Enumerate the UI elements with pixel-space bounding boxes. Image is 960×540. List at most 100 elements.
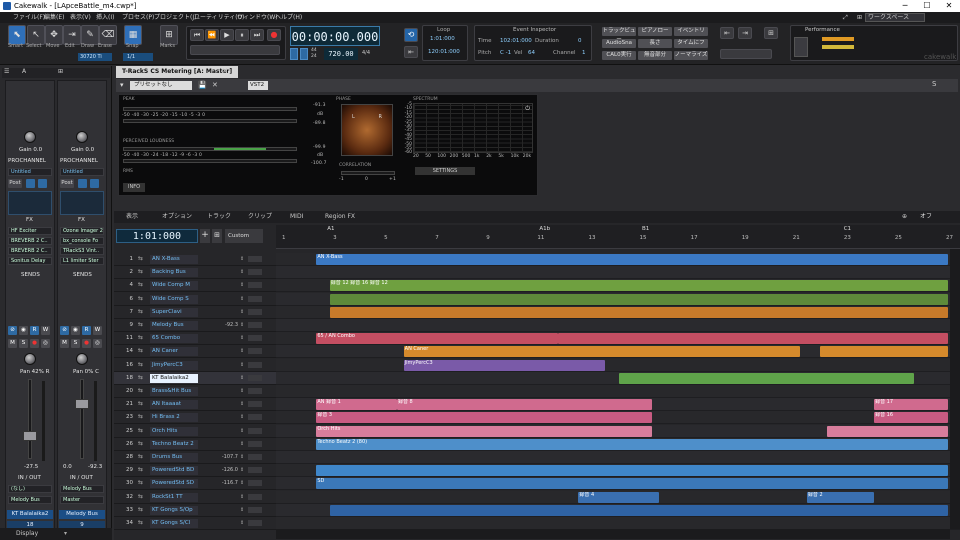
transport-progress-bar[interactable] — [190, 45, 280, 55]
write-button-2[interactable]: W — [93, 326, 102, 335]
interleave-button-1[interactable]: ◉ — [19, 326, 28, 335]
track-name[interactable]: SuperClavi — [150, 307, 198, 317]
loop-toggle-icon[interactable]: ⟲ — [404, 28, 418, 42]
write-button-1[interactable]: W — [41, 326, 50, 335]
track-menu-icon[interactable]: ⇕ — [240, 322, 244, 328]
piano-roll-button[interactable]: ピアノロー — [638, 27, 672, 36]
ruler-marker[interactable]: A1b — [539, 226, 550, 232]
time-signature[interactable]: 4/4 — [362, 50, 370, 56]
tv-menu-regionfx[interactable]: Region FX — [325, 211, 355, 223]
tv-menu-view[interactable]: 表示 — [126, 211, 138, 223]
maximize-button[interactable]: ☐ — [916, 0, 938, 12]
track-row[interactable]: 6 ⇆ Wide Comp S ⇕ — [114, 292, 276, 306]
normalize-button[interactable]: ノーマライズ — [674, 51, 708, 60]
eq-toggle-2[interactable] — [78, 179, 87, 188]
menu-help[interactable]: ヘルプ(H) — [275, 12, 302, 23]
track-menu-icon[interactable]: ⇕ — [240, 388, 244, 394]
clip-lane[interactable] — [276, 305, 960, 319]
track-name[interactable]: Orch Hits — [150, 426, 198, 436]
track-menu-icon[interactable]: ⇕ — [240, 296, 244, 302]
track-name[interactable]: Wide Comp M — [150, 281, 198, 291]
track-menu-icon[interactable]: ⇕ — [240, 309, 244, 315]
audio-clip[interactable] — [316, 465, 948, 477]
track-menu-icon[interactable]: ⇕ — [240, 375, 244, 381]
track-menu-icon[interactable]: ⇕ — [240, 428, 244, 434]
sidechain-icon[interactable]: S — [932, 80, 936, 88]
audio-clip[interactable] — [558, 333, 948, 345]
solo-button-1[interactable]: S — [19, 339, 28, 348]
event-pitch-value[interactable]: C -1 — [500, 50, 511, 56]
snap-grid-icon[interactable]: ▦ — [124, 25, 142, 45]
plugin-tab-close-icon[interactable]: ✕ — [222, 67, 228, 75]
clip-lane[interactable] — [276, 385, 960, 398]
silence-button[interactable]: 無音部分 — [638, 51, 672, 60]
output-select-1[interactable]: Melody Bus — [8, 496, 52, 504]
eq-graph-1[interactable] — [8, 191, 52, 215]
track-row[interactable]: 21 ⇆ AN Itaaaat ⇕ — [114, 398, 276, 412]
audio-clip[interactable]: 録音 17 — [874, 399, 948, 411]
menu-insert[interactable]: 挿入(I) — [96, 12, 114, 23]
clip-lane[interactable]: 65 / AN Combo — [276, 332, 960, 346]
track-view-button[interactable]: トラックビュー — [602, 27, 636, 43]
loop-set-icon[interactable]: ⇤ — [404, 46, 418, 58]
track-menu-icon[interactable]: ⇕ — [240, 520, 244, 526]
output-select-2[interactable]: Master — [60, 496, 104, 504]
event-time-value[interactable]: 102:01:000 — [500, 38, 532, 44]
loop-start-time[interactable]: 1:01:000 — [430, 36, 455, 42]
audio-clip[interactable]: Techno Beatz 2 (80) — [316, 438, 948, 450]
audio-clip[interactable]: Orch Hits — [316, 425, 653, 437]
track-menu-icon[interactable]: ⇕ — [240, 467, 244, 473]
clip-lane[interactable]: JimyPercC3 — [276, 358, 960, 372]
pause-button[interactable]: ⏸ — [235, 29, 249, 41]
input-select-1[interactable]: (なし) — [8, 485, 52, 493]
track-timecode[interactable]: 1:01:000 — [116, 229, 198, 243]
arm-button-2[interactable]: ● — [82, 339, 91, 348]
track-row[interactable]: 11 ⇆ 65 Combo ⇕ — [114, 332, 276, 346]
clip-lane[interactable]: Orch Hits — [276, 424, 960, 438]
track-menu-icon[interactable]: ⇕ — [240, 454, 244, 460]
fit-to-time-button[interactable]: タイムにフ — [674, 39, 708, 48]
snap-value-select[interactable]: 1/1 — [123, 53, 153, 61]
clip-lane[interactable]: AN 録音 1 録音 8 録音 17 — [276, 398, 960, 412]
read-button-1[interactable]: R — [30, 326, 39, 335]
track-name[interactable]: Drums Bus — [150, 453, 198, 462]
track-menu-icon[interactable]: ⇕ — [240, 480, 244, 486]
track-row[interactable]: 29 ⇆ PoweredStd BD -126.0 ⇕ — [114, 464, 276, 478]
pan-knob-1[interactable] — [24, 353, 36, 365]
track-row[interactable]: 9 ⇆ Melody Bus -92.3 ⇕ — [114, 319, 276, 332]
align-right-icon[interactable]: ⇥ — [738, 27, 752, 39]
clip-lane[interactable] — [276, 464, 960, 478]
clip-lane[interactable] — [276, 292, 960, 306]
ruler-marker[interactable]: A1 — [327, 226, 334, 232]
menu-process[interactable]: プロセス(P) — [122, 12, 154, 23]
event-velocity-value[interactable]: 64 — [528, 50, 535, 56]
echo-button-1[interactable]: ◎ — [41, 339, 50, 348]
track-menu-icon[interactable]: ⇕ — [240, 441, 244, 447]
mute-button-2[interactable]: M — [60, 339, 69, 348]
minimize-button[interactable]: ─ — [894, 0, 916, 12]
track-row[interactable]: 30 ⇆ PoweredStd SD -116.7 ⇕ — [114, 477, 276, 491]
inspector-grid-icon[interactable]: ⊞ — [58, 68, 63, 75]
track-menu-icon[interactable]: ⇕ — [240, 269, 244, 275]
erase-tool-button[interactable]: ⌫ — [99, 25, 117, 45]
rewind-to-start-button[interactable]: ⏮ — [190, 29, 204, 41]
ruler-marker[interactable]: B1 — [642, 226, 649, 232]
track-row[interactable]: 34 ⇆ KT Gongs S/Cl ⇕ — [114, 517, 276, 530]
track-name[interactable]: KT Balalaika2 — [150, 373, 198, 383]
track-name[interactable]: AN Itaaaat — [150, 400, 198, 410]
track-row[interactable]: 16 ⇆ JimyPercC3 ⇕ — [114, 358, 276, 372]
fullscreen-icon[interactable]: ⤢ — [843, 12, 848, 23]
draw-tool-button[interactable]: ✎ — [81, 25, 99, 45]
read-button-2[interactable]: R — [82, 326, 91, 335]
track-row[interactable]: 32 ⇆ RockSt1 TT ⇕ — [114, 490, 276, 504]
menu-view[interactable]: 表示(V) — [70, 12, 91, 23]
track-folder-icon[interactable]: ⊞ — [212, 229, 222, 243]
workspace-select[interactable]: ワークスペース — [865, 13, 925, 22]
comp-toggle-2[interactable] — [90, 179, 99, 188]
time-ruler[interactable]: 1 3 5 7 9 11 13 15 17 19 21 23 25 27 A1 A1b B1 C1 — [276, 225, 960, 249]
audio-clip[interactable] — [827, 425, 948, 437]
snap-toggle-icon[interactable]: ⊞ — [764, 27, 778, 39]
tv-zoom-icon[interactable]: ⊕ — [902, 211, 907, 223]
audio-clip[interactable] — [329, 293, 948, 305]
audiosnap-button[interactable]: AudioSna — [602, 39, 636, 48]
